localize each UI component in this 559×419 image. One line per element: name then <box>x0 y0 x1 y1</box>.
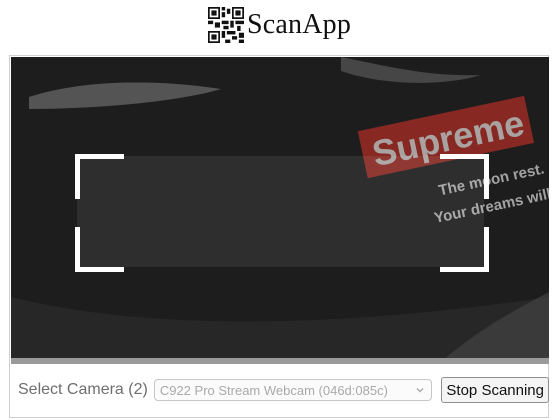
viewfinder-corner-bottom-right <box>440 227 489 272</box>
app-title: ScanApp <box>246 9 352 40</box>
scan-region <box>77 156 484 267</box>
viewfinder-corner-bottom-left <box>75 227 124 272</box>
app-header: ScanApp <box>0 0 559 50</box>
select-camera-label: Select Camera (2) <box>18 381 148 398</box>
chevron-down-icon <box>416 388 424 393</box>
camera-select-value: C922 Pro Stream Webcam (046d:085c) <box>159 382 388 398</box>
stop-scanning-button[interactable]: Stop Scanning <box>441 377 549 403</box>
viewfinder-corner-top-left <box>75 154 124 199</box>
viewfinder-corner-top-right <box>440 154 489 199</box>
camera-select[interactable]: C922 Pro Stream Webcam (046d:085c) <box>153 379 433 401</box>
scanner-panel: Supreme The moon rest. Your dreams will … <box>9 55 549 418</box>
scanner-controls: Select Camera (2) C922 Pro Stream Webcam… <box>11 364 549 416</box>
qr-code-icon <box>207 7 244 43</box>
camera-feed: Supreme The moon rest. Your dreams will … <box>11 57 549 362</box>
